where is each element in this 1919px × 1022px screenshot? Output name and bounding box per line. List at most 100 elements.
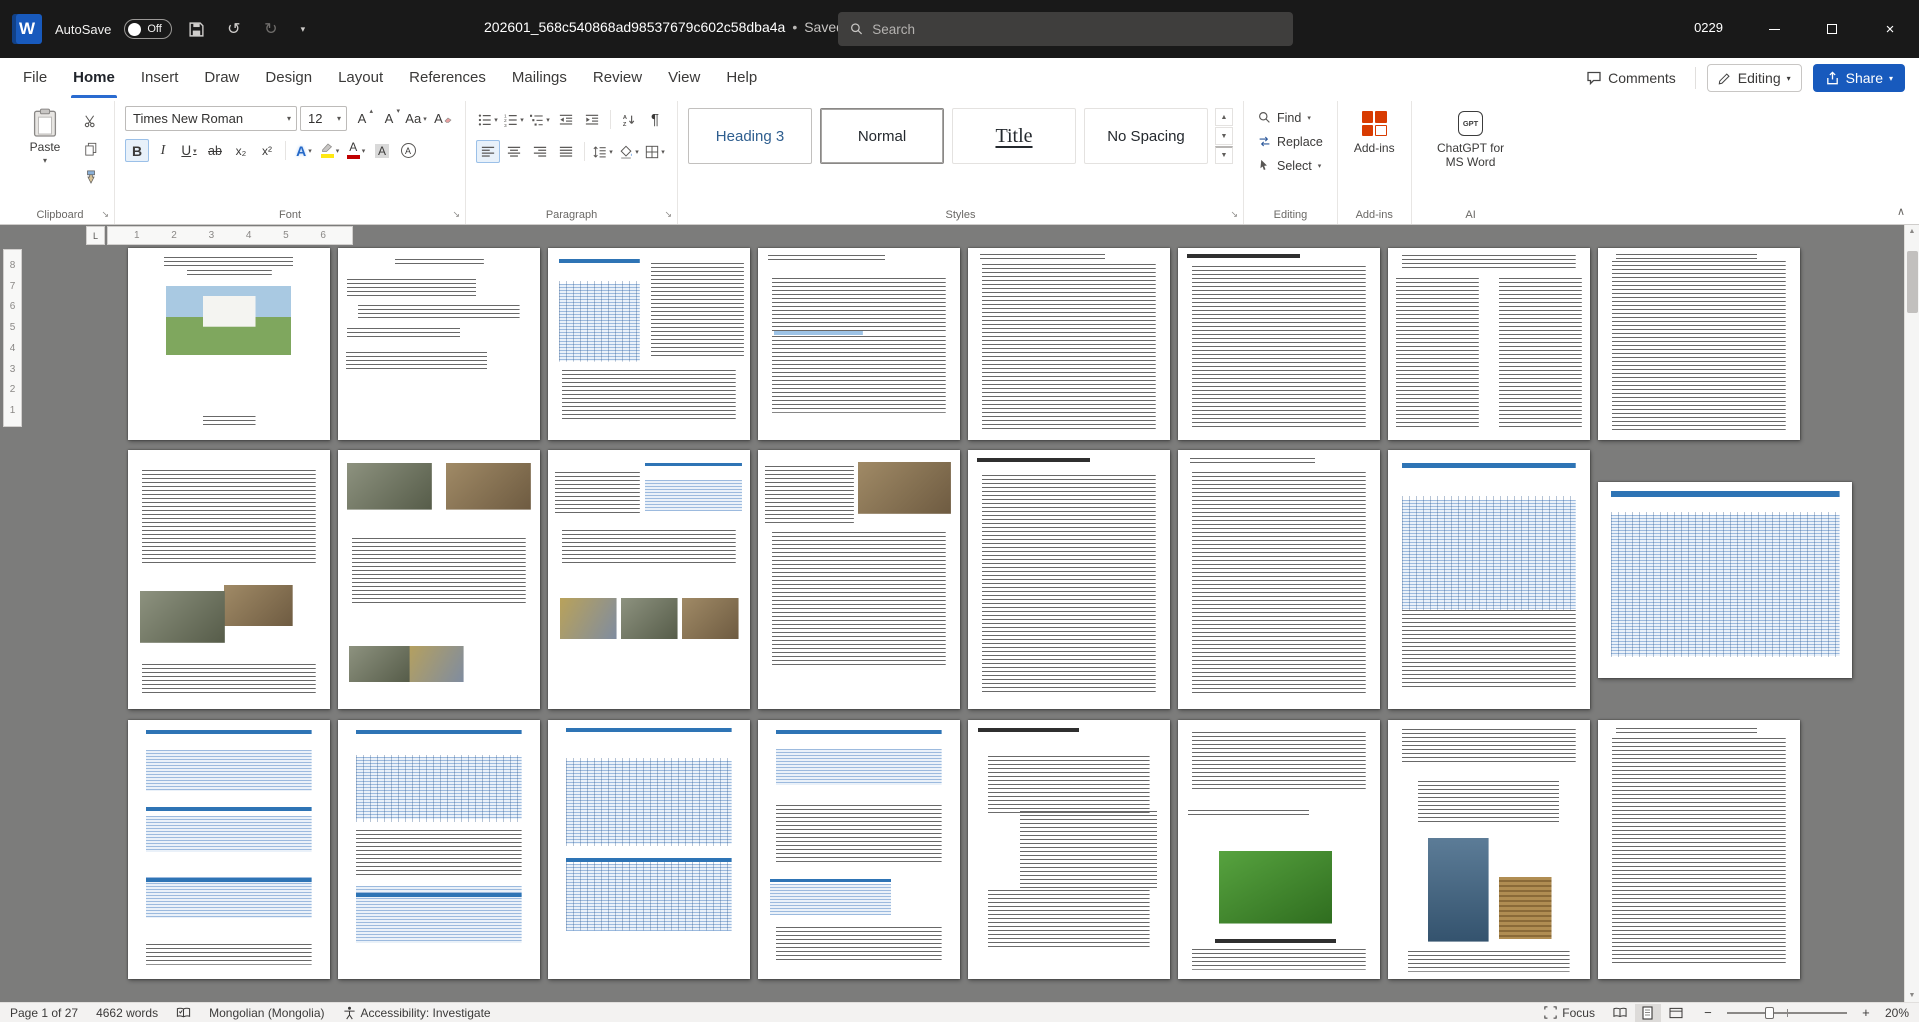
styles-scroll-down-button[interactable]: ▼ bbox=[1215, 127, 1233, 145]
highlight-color-button[interactable]: ▾ bbox=[318, 139, 342, 162]
italic-button[interactable]: I bbox=[151, 139, 175, 162]
page-thumbnail[interactable] bbox=[968, 450, 1170, 709]
clipboard-dialog-launcher[interactable]: ↘ bbox=[101, 209, 109, 220]
tab-review[interactable]: Review bbox=[580, 58, 655, 98]
align-center-button[interactable] bbox=[502, 140, 526, 163]
accessibility-checker[interactable]: Accessibility: Investigate bbox=[343, 1006, 491, 1020]
style-normal[interactable]: Normal bbox=[820, 108, 944, 164]
scrollbar-up-icon[interactable]: ▲ bbox=[1905, 228, 1919, 235]
autosave-toggle[interactable]: Off bbox=[124, 19, 171, 39]
scrollbar-down-icon[interactable]: ▼ bbox=[1905, 992, 1919, 999]
subscript-button[interactable]: x₂ bbox=[229, 139, 253, 162]
cut-button[interactable] bbox=[77, 109, 104, 133]
document-title[interactable]: 202601_568c540868ad98537679c602c58dba4a … bbox=[484, 19, 855, 35]
page-thumbnail[interactable] bbox=[1388, 248, 1590, 440]
styles-dialog-launcher[interactable]: ↘ bbox=[1230, 209, 1238, 220]
page-thumbnail[interactable] bbox=[338, 720, 540, 979]
tab-help[interactable]: Help bbox=[713, 58, 770, 98]
tab-stop-selector[interactable]: L bbox=[86, 226, 105, 245]
page-thumbnail[interactable] bbox=[1178, 248, 1380, 440]
align-right-button[interactable] bbox=[528, 140, 552, 163]
close-button[interactable]: × bbox=[1861, 0, 1919, 58]
superscript-button[interactable]: x² bbox=[255, 139, 279, 162]
zoom-slider-thumb[interactable] bbox=[1765, 1007, 1774, 1019]
page-thumbnail[interactable] bbox=[1388, 720, 1590, 979]
page-thumbnail[interactable] bbox=[1388, 450, 1590, 709]
page-thumbnail[interactable] bbox=[968, 248, 1170, 440]
page-thumbnail[interactable] bbox=[1598, 720, 1800, 979]
redo-button[interactable]: ↻ bbox=[259, 15, 283, 43]
text-effects-button[interactable]: A▾ bbox=[292, 139, 316, 162]
shrink-font-button[interactable]: A▾ bbox=[377, 107, 401, 130]
decrease-indent-button[interactable] bbox=[554, 108, 578, 131]
font-dialog-launcher[interactable]: ↘ bbox=[452, 209, 460, 220]
underline-button[interactable]: U▾ bbox=[177, 139, 201, 162]
share-button[interactable]: Share ▾ bbox=[1813, 64, 1905, 92]
document-canvas[interactable]: L 123456 87654321 ▲ ▼ bbox=[0, 225, 1919, 1002]
page-thumbnail[interactable] bbox=[128, 248, 330, 440]
print-layout-button[interactable] bbox=[1635, 1004, 1661, 1022]
tab-home[interactable]: Home bbox=[60, 58, 128, 98]
justify-button[interactable] bbox=[554, 140, 578, 163]
format-painter-button[interactable] bbox=[77, 165, 104, 189]
tab-view[interactable]: View bbox=[655, 58, 713, 98]
copy-button[interactable] bbox=[77, 137, 104, 161]
tab-draw[interactable]: Draw bbox=[191, 58, 252, 98]
customize-qat-chevron[interactable]: ▾ bbox=[296, 15, 310, 43]
find-button[interactable]: Find ▾ bbox=[1254, 107, 1327, 128]
vertical-ruler[interactable]: 87654321 bbox=[3, 249, 22, 427]
font-family-combobox[interactable]: Times New Roman ▾ bbox=[125, 106, 297, 131]
page-thumbnail[interactable] bbox=[1178, 450, 1380, 709]
page-thumbnail[interactable] bbox=[1598, 482, 1852, 678]
horizontal-ruler[interactable]: 123456 bbox=[107, 226, 353, 245]
tab-references[interactable]: References bbox=[396, 58, 499, 98]
borders-button[interactable]: ▾ bbox=[643, 140, 667, 163]
page-thumbnail[interactable] bbox=[1598, 248, 1800, 440]
search-box[interactable] bbox=[838, 12, 1293, 46]
maximize-button[interactable] bbox=[1803, 0, 1861, 58]
minimize-button[interactable] bbox=[1745, 0, 1803, 58]
character-shading-button[interactable]: A bbox=[370, 139, 394, 162]
language-indicator[interactable]: Mongolian (Mongolia) bbox=[209, 1006, 324, 1020]
focus-mode-button[interactable]: Focus bbox=[1544, 1006, 1595, 1020]
increase-indent-button[interactable] bbox=[580, 108, 604, 131]
zoom-in-button[interactable]: + bbox=[1859, 1005, 1873, 1020]
page-thumbnail[interactable] bbox=[338, 450, 540, 709]
line-spacing-button[interactable]: ▾ bbox=[591, 140, 615, 163]
web-layout-button[interactable] bbox=[1663, 1004, 1689, 1022]
clear-formatting-button[interactable]: A bbox=[431, 107, 455, 130]
styles-more-button[interactable]: ▼ bbox=[1215, 146, 1233, 164]
vertical-scrollbar[interactable]: ▲ ▼ bbox=[1904, 225, 1919, 1002]
page-thumbnail[interactable] bbox=[128, 720, 330, 979]
page-thumbnail[interactable] bbox=[548, 450, 750, 709]
chatgpt-button[interactable]: GPT ChatGPT for MS Word bbox=[1422, 104, 1520, 170]
proofing-status-button[interactable] bbox=[176, 1006, 191, 1020]
zoom-slider[interactable] bbox=[1727, 1012, 1847, 1014]
select-button[interactable]: Select ▾ bbox=[1254, 155, 1327, 176]
save-button[interactable] bbox=[185, 15, 209, 43]
page-thumbnail[interactable] bbox=[338, 248, 540, 440]
change-case-button[interactable]: Aa▾ bbox=[404, 107, 428, 130]
word-logo-icon[interactable]: W bbox=[12, 14, 42, 44]
bold-button[interactable]: B bbox=[125, 139, 149, 162]
page-indicator[interactable]: Page 1 of 27 bbox=[10, 1006, 78, 1020]
multilevel-list-button[interactable]: ▾ bbox=[528, 108, 552, 131]
bullets-button[interactable]: ▾ bbox=[476, 108, 500, 131]
tab-layout[interactable]: Layout bbox=[325, 58, 396, 98]
page-thumbnail[interactable] bbox=[548, 720, 750, 979]
page-thumbnail[interactable] bbox=[968, 720, 1170, 979]
page-thumbnail[interactable] bbox=[128, 450, 330, 709]
page-thumbnail[interactable] bbox=[758, 720, 960, 979]
style-no-spacing[interactable]: No Spacing bbox=[1084, 108, 1208, 164]
numbering-button[interactable]: 123 ▾ bbox=[502, 108, 526, 131]
shading-button[interactable]: ▾ bbox=[617, 140, 641, 163]
font-size-combobox[interactable]: 12 ▾ bbox=[300, 106, 347, 131]
grow-font-button[interactable]: A▴ bbox=[350, 107, 374, 130]
style-title[interactable]: Title bbox=[952, 108, 1076, 164]
page-thumbnail[interactable] bbox=[1178, 720, 1380, 979]
styles-scroll-up-button[interactable]: ▲ bbox=[1215, 108, 1233, 126]
scrollbar-thumb[interactable] bbox=[1907, 251, 1918, 313]
zoom-level[interactable]: 20% bbox=[1885, 1006, 1909, 1020]
comments-button[interactable]: Comments bbox=[1578, 65, 1684, 91]
page-thumbnail[interactable] bbox=[548, 248, 750, 440]
